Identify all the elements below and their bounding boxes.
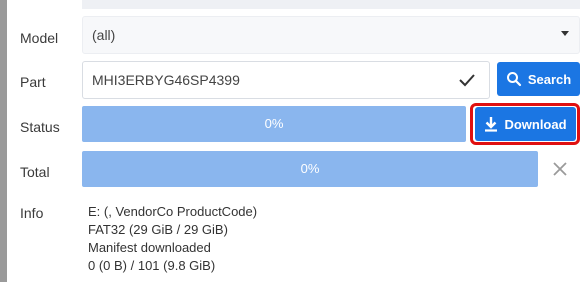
search-icon (506, 72, 521, 87)
download-highlight-box (470, 103, 580, 145)
left-border (0, 0, 7, 282)
info-line-files: 0 (0 B) / 101 (9.8 GiB) (88, 258, 216, 273)
status-progress-bar: 0% (82, 106, 466, 142)
total-progress-text: 0% (300, 161, 320, 176)
status-progress-text: 0% (264, 116, 284, 131)
caret-down-icon (561, 31, 569, 36)
close-icon[interactable] (549, 158, 571, 180)
part-label: Part (20, 74, 46, 90)
search-button[interactable]: Search (497, 62, 580, 96)
model-select-value: (all) (92, 27, 116, 43)
info-line-manifest: Manifest downloaded (88, 240, 211, 255)
total-label: Total (20, 164, 50, 180)
check-icon (459, 74, 475, 87)
search-button-label: Search (527, 71, 572, 87)
info-details: E: (, VendorCo ProductCode) FAT32 (29 Gi… (88, 203, 257, 275)
info-line-filesystem: FAT32 (29 GiB / 29 GiB) (88, 222, 228, 237)
status-label: Status (20, 119, 60, 135)
part-input-value: MHI3ERBYG46SP4399 (92, 72, 240, 88)
part-input[interactable]: MHI3ERBYG46SP4399 (82, 61, 490, 99)
total-progress-bar: 0% (82, 151, 538, 187)
info-label: Info (20, 205, 44, 221)
info-line-drive: E: (, VendorCo ProductCode) (88, 204, 258, 219)
model-label: Model (20, 30, 59, 46)
top-strip (82, 0, 580, 9)
model-select[interactable]: (all) (82, 16, 580, 54)
